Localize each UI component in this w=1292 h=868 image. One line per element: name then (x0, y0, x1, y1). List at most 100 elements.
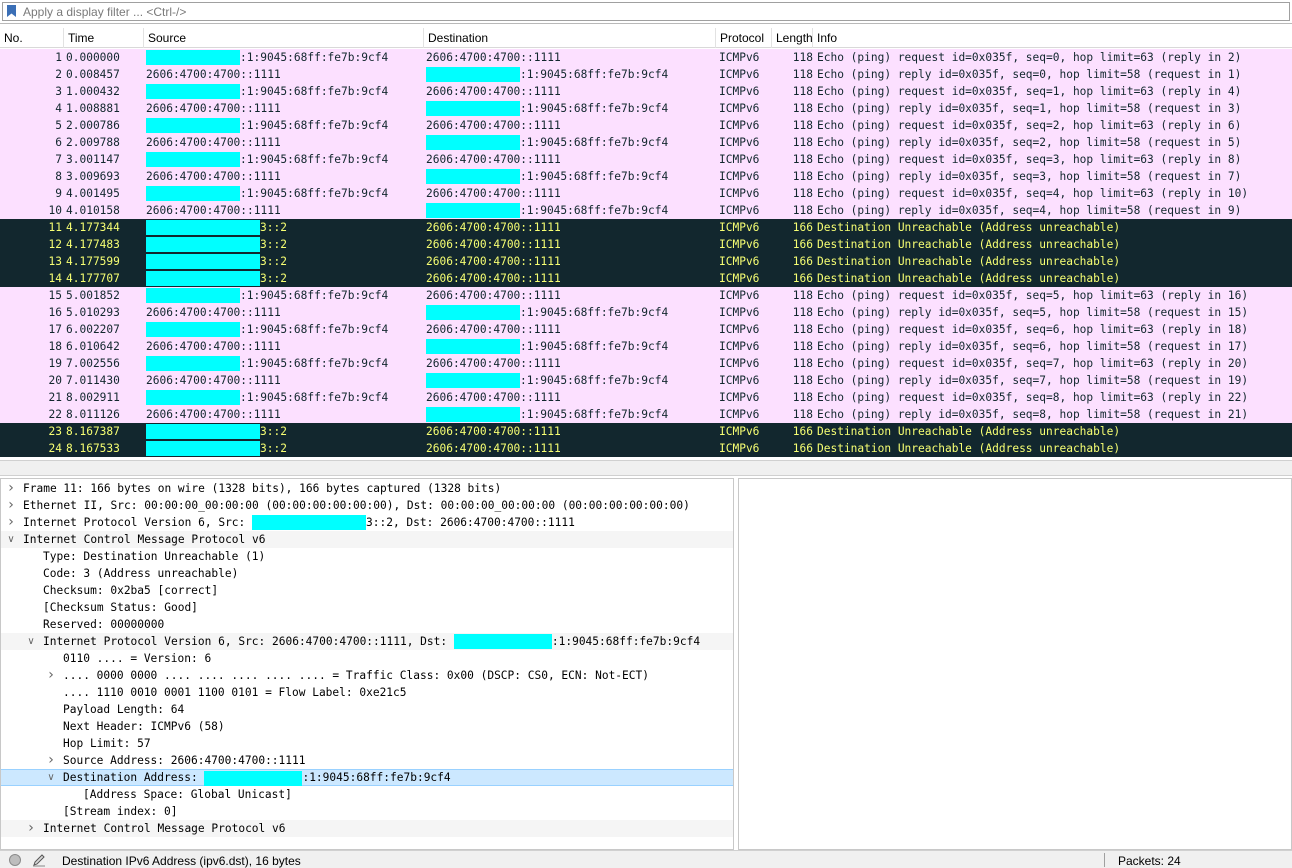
redacted-address-block (426, 67, 520, 82)
detail-tree-item[interactable]: Code: 3 (Address unreachable) (1, 565, 733, 582)
detail-tree-item[interactable]: Next Header: ICMPv6 (58) (1, 718, 733, 735)
packet-protocol: ICMPv6 (719, 391, 760, 404)
packet-protocol: ICMPv6 (719, 442, 760, 455)
detail-tree-item[interactable]: ∨ Internet Protocol Version 6, Src: 2606:… (1, 633, 733, 650)
capture-comment-icon[interactable] (31, 852, 47, 868)
chevron-right-icon[interactable]: › (5, 497, 17, 514)
detail-tree-label: Type: Destination Unreachable (1) (43, 548, 265, 565)
packet-row[interactable]: 12 4.177483 3::2 2606:4700:4700::1111 ICMPv6… (0, 236, 1292, 253)
detail-tree-item[interactable]: 0110 .... = Version: 6 (1, 650, 733, 667)
packet-row[interactable]: 21 8.002911:1:9045:68ff:fe7b:9cf4 2606:470… (0, 389, 1292, 406)
display-filter-box[interactable] (2, 2, 1290, 21)
chevron-down-icon[interactable]: ∨ (5, 531, 17, 548)
packet-protocol: ICMPv6 (719, 51, 760, 64)
chevron-right-icon[interactable]: › (5, 514, 17, 531)
detail-tree-label: Payload Length: 64 (63, 701, 184, 718)
column-header-no[interactable]: No. (0, 28, 64, 48)
packet-row[interactable]: 9 4.001495:1:9045:68ff:fe7b:9cf4 2606:4700… (0, 185, 1292, 202)
display-filter-input[interactable] (21, 3, 1281, 20)
chevron-down-icon[interactable]: ∨ (25, 633, 37, 650)
detail-tree-text: Hop Limit: 57 (63, 737, 151, 750)
detail-tree-item[interactable]: › Source Address: 2606:4700:4700::1111 (1, 752, 733, 769)
detail-tree-text: Payload Length: 64 (63, 703, 185, 716)
detail-tree-item[interactable]: › Internet Control Message Protocol v6 (1, 820, 733, 837)
detail-tree-item[interactable]: › Ethernet II, Src: 00:00:00_00:00:00 (00… (1, 497, 733, 514)
packet-time: 1.008881 (66, 102, 120, 115)
packet-row[interactable]: 2 0.008457 2606:4700:4700::1111:1:9045:68f… (0, 66, 1292, 83)
packet-source-text: 3::2 (260, 221, 287, 234)
packet-details-tree[interactable]: › Frame 11: 166 bytes on wire (1328 bits)… (0, 478, 734, 850)
detail-tree-item[interactable]: Payload Length: 64 (1, 701, 733, 718)
expert-info-icon[interactable] (9, 854, 21, 866)
detail-tree-item[interactable]: Type: Destination Unreachable (1) (1, 548, 733, 565)
packet-row[interactable]: 10 4.010158 2606:4700:4700::1111:1:9045:68… (0, 202, 1292, 219)
packet-row[interactable]: 6 2.009788 2606:4700:4700::1111:1:9045:68f… (0, 134, 1292, 151)
packet-row[interactable]: 24 8.167533 3::2 2606:4700:4700::1111 ICMPv6… (0, 440, 1292, 457)
chevron-right-icon[interactable]: › (25, 820, 37, 837)
detail-tree-item[interactable]: › .... 0000 0000 .... .... .... .... ....… (1, 667, 733, 684)
packet-destination-text: 2606:4700:4700::1111 (426, 357, 561, 370)
packet-destination-text: 2606:4700:4700::1111 (426, 272, 561, 285)
column-header-protocol[interactable]: Protocol (716, 28, 772, 48)
packet-source-text: :1:9045:68ff:fe7b:9cf4 (240, 187, 389, 200)
detail-tree-label: Internet Protocol Version 6, Src: 3::2, … (23, 514, 575, 531)
detail-tree-item[interactable]: Checksum: 0x2ba5 [correct] (1, 582, 733, 599)
packet-row[interactable]: 8 3.009693 2606:4700:4700::1111:1:9045:68f… (0, 168, 1292, 185)
packet-time: 0.000000 (66, 51, 120, 64)
chevron-right-icon[interactable]: › (45, 667, 57, 684)
detail-tree-item[interactable]: [Address Space: Global Unicast] (1, 786, 733, 803)
detail-tree-item[interactable]: .... 1110 0010 0001 1100 0101 = Flow Lab… (1, 684, 733, 701)
packet-row[interactable]: 5 2.000786:1:9045:68ff:fe7b:9cf4 2606:4700… (0, 117, 1292, 134)
packet-row[interactable]: 4 1.008881 2606:4700:4700::1111:1:9045:68f… (0, 100, 1292, 117)
status-field-info: Destination IPv6 Address (ipv6.dst), 16 … (62, 854, 301, 868)
packet-row[interactable]: 3 1.000432:1:9045:68ff:fe7b:9cf4 2606:4700… (0, 83, 1292, 100)
packet-time: 8.011126 (66, 408, 120, 421)
packet-number: 19 (48, 357, 62, 370)
packet-row[interactable]: 18 6.010642 2606:4700:4700::1111:1:9045:68… (0, 338, 1292, 355)
packet-source-text: :1:9045:68ff:fe7b:9cf4 (240, 289, 389, 302)
packet-row[interactable]: 13 4.177599 3::2 2606:4700:4700::1111 ICMPv6… (0, 253, 1292, 270)
packet-destination: 2606:4700:4700::1111 (426, 83, 716, 100)
column-header-length[interactable]: Length (772, 28, 813, 48)
chevron-right-icon[interactable]: › (5, 480, 17, 497)
packet-number: 4 (55, 102, 62, 115)
bookmark-icon[interactable] (6, 5, 17, 18)
packet-row[interactable]: 7 3.001147:1:9045:68ff:fe7b:9cf4 2606:4700… (0, 151, 1292, 168)
detail-tree-item[interactable]: Hop Limit: 57 (1, 735, 733, 752)
redacted-address-block (146, 322, 240, 337)
packet-destination-text: 2606:4700:4700::1111 (426, 238, 561, 251)
detail-tree-item[interactable]: Reserved: 00000000 (1, 616, 733, 633)
redacted-address-block (426, 135, 520, 150)
packet-info: Echo (ping) request id=0x035f, seq=6, ho… (817, 323, 1249, 336)
packet-row[interactable]: 11 4.177344 3::2 2606:4700:4700::1111 ICMPv6… (0, 219, 1292, 236)
packet-info: Destination Unreachable (Address unreach… (817, 255, 1121, 268)
packet-row[interactable]: 15 5.001852:1:9045:68ff:fe7b:9cf4 2606:470… (0, 287, 1292, 304)
detail-tree-item[interactable]: [Stream index: 0] (1, 803, 733, 820)
packet-row[interactable]: 23 8.167387 3::2 2606:4700:4700::1111 ICMPv6… (0, 423, 1292, 440)
packet-row[interactable]: 17 6.002207:1:9045:68ff:fe7b:9cf4 2606:470… (0, 321, 1292, 338)
packet-bytes-pane[interactable] (738, 478, 1292, 850)
chevron-down-icon[interactable]: ∨ (45, 770, 57, 787)
packet-row[interactable]: 19 7.002556:1:9045:68ff:fe7b:9cf4 2606:470… (0, 355, 1292, 372)
packet-row[interactable]: 22 8.011126 2606:4700:4700::1111:1:9045:68… (0, 406, 1292, 423)
pane-splitter[interactable] (0, 460, 1292, 476)
detail-tree-item[interactable]: ∨ Internet Control Message Protocol v6 (1, 531, 733, 548)
detail-tree-item[interactable]: › Internet Protocol Version 6, Src: 3::2,… (1, 514, 733, 531)
packet-row[interactable]: 14 4.177707 3::2 2606:4700:4700::1111 ICMPv6… (0, 270, 1292, 287)
column-header-source[interactable]: Source (144, 28, 424, 48)
packet-row[interactable]: 1 0.000000:1:9045:68ff:fe7b:9cf4 2606:4700… (0, 49, 1292, 66)
column-header-destination[interactable]: Destination (424, 28, 716, 48)
detail-tree-item[interactable]: › Frame 11: 166 bytes on wire (1328 bits)… (1, 480, 733, 497)
column-header-info[interactable]: Info (813, 28, 1292, 48)
packet-number: 5 (55, 119, 62, 132)
packet-row[interactable]: 16 5.010293 2606:4700:4700::1111:1:9045:68… (0, 304, 1292, 321)
redacted-address-block (204, 771, 303, 786)
detail-tree-item[interactable]: [Checksum Status: Good] (1, 599, 733, 616)
chevron-right-icon[interactable]: › (45, 752, 57, 769)
packet-row[interactable]: 20 7.011430 2606:4700:4700::1111:1:9045:68… (0, 372, 1292, 389)
packet-list[interactable]: 1 0.000000:1:9045:68ff:fe7b:9cf4 2606:4700… (0, 48, 1292, 458)
packet-destination: 2606:4700:4700::1111 (426, 117, 716, 134)
column-header-time[interactable]: Time (64, 28, 144, 48)
detail-tree-item[interactable]: ∨ Destination Address: :1:9045:68ff:fe7b:… (1, 769, 733, 786)
packet-source: 2606:4700:4700::1111 (146, 372, 422, 389)
